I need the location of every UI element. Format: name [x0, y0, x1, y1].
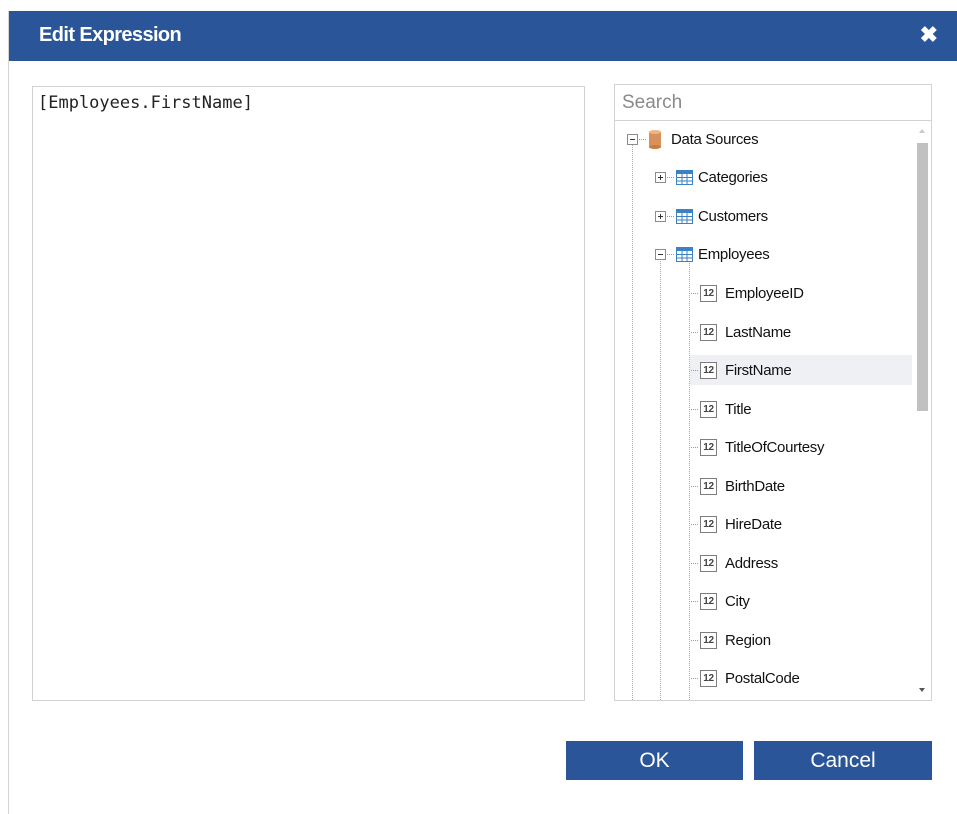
tree-node-field[interactable]: 12 Region	[690, 625, 912, 655]
database-icon	[649, 130, 661, 149]
tree-connector	[691, 446, 698, 448]
table-icon	[676, 246, 693, 262]
tree-node-field[interactable]: 12 TitleOfCourtesy	[690, 432, 912, 462]
tree-node-table[interactable]: Customers	[655, 201, 768, 231]
numeric-field-icon: 12	[700, 361, 717, 379]
numeric-field-icon: 12	[700, 323, 717, 341]
tree-node-field[interactable]: 12 BirthDate	[690, 471, 912, 501]
table-icon	[676, 169, 693, 185]
tree-connector	[667, 253, 674, 255]
scroll-up-icon[interactable]	[919, 129, 925, 133]
tree-node-field[interactable]: 12 HireDate	[690, 509, 912, 539]
tree-guide-line	[660, 258, 661, 700]
cancel-button[interactable]: Cancel	[754, 741, 932, 780]
collapse-toggle-icon[interactable]	[627, 133, 638, 145]
tree-node-field[interactable]: 12 EmployeeID	[690, 278, 912, 308]
tree-node-field-selected[interactable]: 12 FirstName	[690, 355, 912, 385]
tree-node-label: EmployeeID	[725, 284, 804, 302]
tree-node-table[interactable]: Categories	[655, 162, 768, 192]
tree-connector	[691, 677, 698, 679]
tree-connector	[691, 292, 698, 294]
tree-node-table[interactable]: Employees	[655, 239, 770, 269]
tree-node-field[interactable]: 12 LastName	[690, 317, 912, 347]
collapse-toggle-icon[interactable]	[655, 248, 666, 260]
tree-node-label: PostalCode	[725, 669, 800, 687]
numeric-field-icon: 12	[700, 284, 717, 302]
numeric-field-icon: 12	[700, 554, 717, 572]
tree-node-label: City	[725, 592, 750, 610]
scrollbar-thumb[interactable]	[917, 143, 928, 411]
expression-editor[interactable]: [Employees.FirstName]	[32, 86, 585, 701]
expression-text[interactable]: [Employees.FirstName]	[38, 93, 253, 113]
tree-connector	[639, 138, 646, 140]
tree-connector	[667, 176, 674, 178]
table-icon	[676, 208, 693, 224]
tree-node-data-sources[interactable]: Data Sources	[627, 124, 759, 154]
numeric-field-icon: 12	[700, 631, 717, 649]
dialog-title: Edit Expression	[39, 24, 182, 46]
tree-node-label: Region	[725, 631, 771, 649]
tree-node-field[interactable]: 12 PostalCode	[690, 663, 912, 693]
tree-node-field[interactable]: 12 Title	[690, 394, 912, 424]
tree-node-field[interactable]: 12 Address	[690, 548, 912, 578]
numeric-field-icon: 12	[700, 669, 717, 687]
tree-node-label: FirstName	[725, 361, 792, 379]
search-input[interactable]	[615, 85, 931, 121]
tree-node-label: Categories	[698, 168, 768, 186]
tree-node-label: TitleOfCourtesy	[725, 438, 825, 456]
numeric-field-icon: 12	[700, 400, 717, 418]
tree-node-field[interactable]: 12 City	[690, 586, 912, 616]
ok-button[interactable]: OK	[566, 741, 743, 780]
tree-connector	[691, 331, 698, 333]
tree-connector	[691, 562, 698, 564]
tree-connector	[691, 485, 698, 487]
tree-node-label: HireDate	[725, 515, 782, 533]
numeric-field-icon: 12	[700, 592, 717, 610]
scroll-down-icon[interactable]	[919, 688, 925, 692]
dialog-titlebar: Edit Expression ✖	[9, 11, 957, 61]
tree-node-label: Customers	[698, 207, 768, 225]
expand-toggle-icon[interactable]	[655, 210, 666, 222]
tree-node-label: Title	[725, 400, 752, 418]
tree-connector	[691, 408, 698, 410]
tree-node-label: Address	[725, 554, 778, 572]
tree-node-label: Data Sources	[671, 130, 759, 148]
tree-guide-line	[632, 144, 633, 700]
tree-connector	[691, 369, 698, 371]
tree-connector	[691, 600, 698, 602]
tree-node-label: LastName	[725, 323, 791, 341]
numeric-field-icon: 12	[700, 477, 717, 495]
tree-node-label: Employees	[698, 245, 770, 263]
numeric-field-icon: 12	[700, 515, 717, 533]
numeric-field-icon: 12	[700, 438, 717, 456]
data-source-panel: Data Sources Categories	[614, 84, 932, 701]
tree-connector	[691, 639, 698, 641]
expand-toggle-icon[interactable]	[655, 171, 666, 183]
tree-node-label: BirthDate	[725, 477, 785, 495]
data-source-tree: Data Sources Categories Customers Employ…	[615, 122, 915, 700]
close-icon[interactable]: ✖	[920, 23, 938, 47]
tree-connector	[667, 215, 674, 217]
tree-connector	[691, 523, 698, 525]
